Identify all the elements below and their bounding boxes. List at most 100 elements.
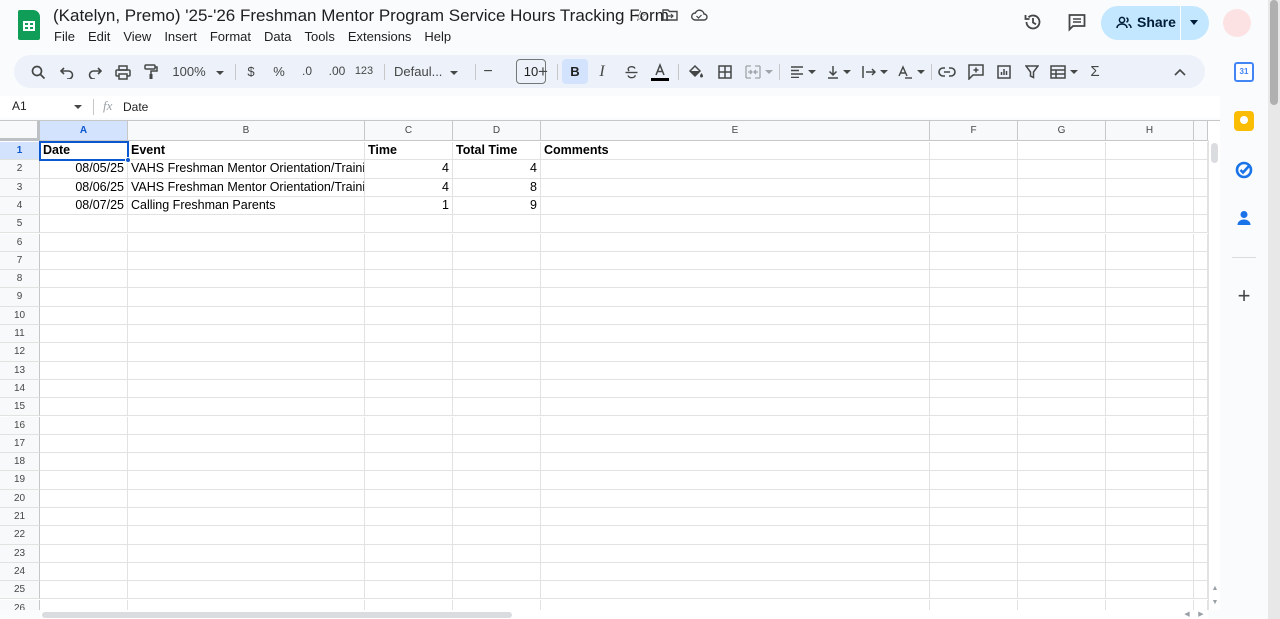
row-header-25[interactable]: 25 (0, 581, 40, 600)
text-rotation-icon[interactable] (896, 55, 926, 88)
empty-cell[interactable] (541, 398, 930, 417)
scroll-right-icon[interactable]: ▶ (1196, 610, 1206, 619)
empty-cell[interactable] (1018, 361, 1106, 380)
share-dropdown-icon[interactable] (1190, 20, 1198, 25)
empty-cell[interactable] (453, 562, 541, 582)
cell-d3[interactable]: 8 (453, 178, 541, 197)
empty-cell[interactable] (930, 288, 1018, 307)
menu-data[interactable]: Data (264, 29, 291, 44)
empty-cell[interactable] (1194, 489, 1208, 508)
empty-cell[interactable] (541, 325, 930, 344)
empty-cell[interactable] (1018, 434, 1106, 454)
empty-cell[interactable] (128, 343, 365, 362)
empty-cell[interactable] (1106, 251, 1194, 271)
empty-cell[interactable] (453, 398, 541, 417)
filter-icon[interactable] (1022, 55, 1042, 88)
row-header-12[interactable]: 12 (0, 343, 40, 362)
cell-d4[interactable]: 9 (453, 196, 541, 216)
empty-cell[interactable] (1106, 160, 1194, 179)
empty-cell[interactable] (453, 453, 541, 472)
menu-format[interactable]: Format (210, 29, 251, 44)
empty-cell[interactable] (128, 508, 365, 527)
empty-cell[interactable] (453, 434, 541, 454)
menu-insert[interactable]: Insert (164, 29, 197, 44)
empty-cell[interactable] (365, 434, 453, 454)
row-header-1[interactable]: 1 (0, 142, 40, 161)
empty-cell[interactable] (128, 398, 365, 417)
empty-cell[interactable] (1194, 361, 1208, 380)
empty-cell[interactable] (365, 288, 453, 307)
cell-b3[interactable]: VAHS Freshman Mentor Orientation/Trainin… (128, 178, 365, 197)
empty-cell[interactable] (40, 233, 128, 252)
avatar[interactable] (1223, 9, 1251, 37)
empty-cell[interactable] (40, 325, 128, 344)
empty-cell[interactable] (128, 288, 365, 307)
empty-cell[interactable] (365, 581, 453, 600)
tasks-icon[interactable] (1234, 160, 1254, 180)
empty-cell[interactable] (1106, 526, 1194, 545)
empty-cell[interactable] (541, 416, 930, 435)
empty-cell[interactable] (1194, 288, 1208, 307)
empty-cell[interactable] (1018, 142, 1106, 161)
row-header-24[interactable]: 24 (0, 562, 40, 582)
empty-cell[interactable] (453, 343, 541, 362)
row-header-26[interactable]: 26 (0, 599, 40, 610)
empty-cell[interactable] (1194, 160, 1208, 179)
empty-cell[interactable] (453, 270, 541, 289)
empty-cell[interactable] (1106, 453, 1194, 472)
empty-cell[interactable] (365, 306, 453, 325)
select-all-corner[interactable] (0, 121, 40, 141)
empty-cell[interactable] (453, 215, 541, 234)
text-wrapping-icon[interactable] (860, 55, 890, 88)
cell-b1[interactable]: Event (128, 142, 365, 161)
empty-cell[interactable] (541, 251, 930, 271)
empty-cell[interactable] (930, 325, 1018, 344)
empty-cell[interactable] (128, 215, 365, 234)
empty-cell[interactable] (1194, 142, 1208, 161)
empty-cell[interactable] (1018, 599, 1106, 610)
cell-d1[interactable]: Total Time (453, 142, 541, 161)
empty-cell[interactable] (453, 508, 541, 527)
strikethrough-icon[interactable] (622, 55, 640, 88)
empty-cell[interactable] (453, 233, 541, 252)
empty-cell[interactable] (40, 251, 128, 271)
italic-button[interactable]: I (595, 55, 609, 88)
spreadsheet-grid[interactable]: A B C D E F G H 1 2 3 4 5 6 7 8 9 10 11 12 13 14 15 16 1… (0, 120, 1220, 610)
cell-b4[interactable]: Calling Freshman Parents (128, 196, 365, 216)
empty-cell[interactable] (541, 544, 930, 563)
empty-cell[interactable] (1194, 416, 1208, 435)
column-header-a[interactable]: A (40, 121, 128, 141)
empty-cell[interactable] (1106, 361, 1194, 380)
empty-cell[interactable] (1194, 544, 1208, 563)
empty-cell[interactable] (453, 288, 541, 307)
empty-cell[interactable] (365, 325, 453, 344)
empty-cell[interactable] (1018, 215, 1106, 234)
row-header-2[interactable]: 2 (0, 160, 40, 179)
empty-cell[interactable] (40, 544, 128, 563)
empty-cell[interactable] (1106, 416, 1194, 435)
empty-cell[interactable] (541, 379, 930, 399)
empty-cell[interactable] (930, 361, 1018, 380)
cell-e4[interactable] (541, 196, 930, 216)
empty-cell[interactable] (128, 434, 365, 454)
menu-help[interactable]: Help (424, 29, 451, 44)
empty-cell[interactable] (128, 471, 365, 490)
empty-cell[interactable] (1194, 233, 1208, 252)
row-header-10[interactable]: 10 (0, 306, 40, 325)
empty-cell[interactable] (1106, 471, 1194, 490)
empty-cell[interactable] (930, 233, 1018, 252)
empty-cell[interactable] (365, 544, 453, 563)
empty-cell[interactable] (453, 489, 541, 508)
document-title[interactable]: (Katelyn, Premo) '25-'26 Freshman Mentor… (53, 6, 669, 26)
cell-e3[interactable] (541, 178, 930, 197)
empty-cell[interactable] (40, 434, 128, 454)
empty-cell[interactable] (365, 343, 453, 362)
cell-d2[interactable]: 4 (453, 160, 541, 179)
empty-cell[interactable] (1018, 196, 1106, 216)
empty-cell[interactable] (930, 251, 1018, 271)
cell-e2[interactable] (541, 160, 930, 179)
comments-icon[interactable] (1066, 12, 1088, 34)
empty-cell[interactable] (1194, 270, 1208, 289)
add-on-plus-icon[interactable]: + (1234, 285, 1254, 307)
column-header-i[interactable] (1194, 121, 1208, 141)
